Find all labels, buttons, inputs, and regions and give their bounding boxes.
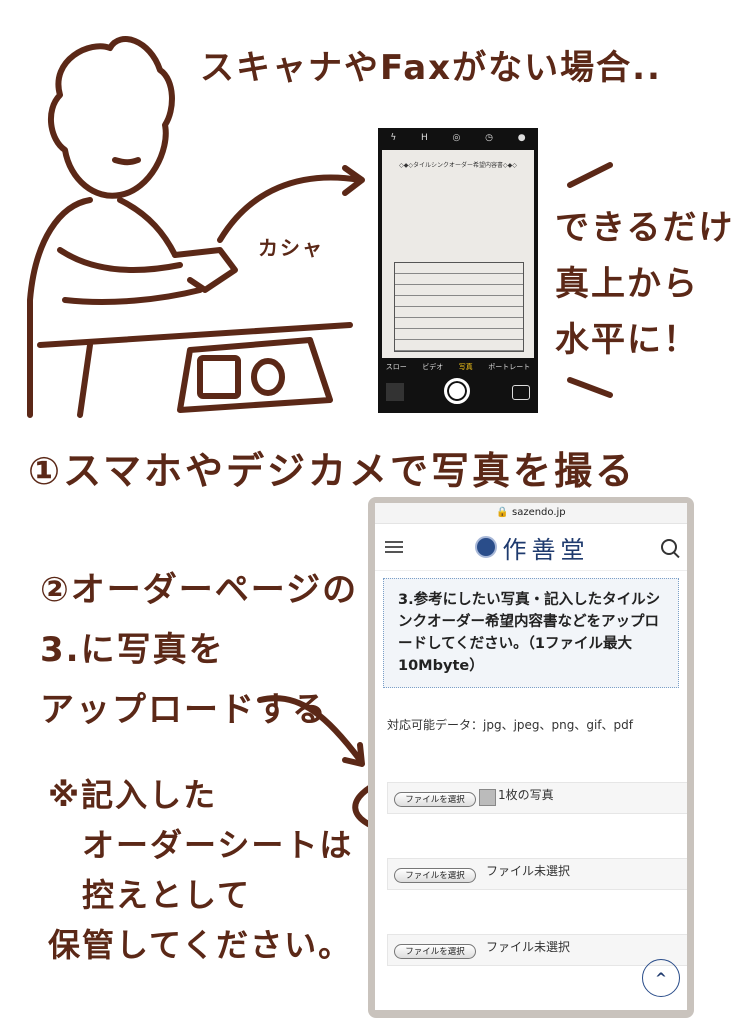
photo-thumbnail (386, 383, 404, 401)
file-status: 1枚の写真 (498, 788, 554, 802)
note: ※記入した オーダーシートは 控えとして 保管してください。 (48, 776, 354, 964)
tray-drawing (177, 337, 333, 413)
choose-file-button[interactable]: ファイルを選択 (394, 792, 476, 807)
file-input-row: ファイルを選択 ファイル未選択 (387, 934, 687, 966)
chevron-up-icon: ^ (655, 971, 667, 987)
menu-icon[interactable] (385, 541, 403, 553)
camera-screenshot: ϟ H ◎ ◷ ● ◇◆◇タイルシンクオーダー希望内容書◇◆◇ スロー ビデオ … (378, 128, 538, 413)
file-input-row: ファイルを選択 ファイル未選択 (387, 858, 687, 890)
flash-icon: ϟ (390, 133, 397, 143)
camera-toolbar: ϟ H ◎ ◷ ● (378, 128, 538, 148)
order-sheet-photo: ◇◆◇タイルシンクオーダー希望内容書◇◆◇ (382, 150, 534, 358)
sheet-title: ◇◆◇タイルシンクオーダー希望内容書◇◆◇ (399, 162, 517, 169)
live-icon: ◎ (452, 133, 461, 143)
mode: ポートレート (488, 363, 531, 371)
phone-screenshot: 🔒 sazendo.jp 作善堂 3.参考にしたい写真・記入したタイルシンクオー… (368, 497, 694, 1018)
site-logo: 作善堂 (474, 530, 590, 565)
heading: スキャナやFaxがない場合.. (200, 48, 662, 88)
file-thumbnail (479, 789, 496, 806)
file-status: ファイル未選択 (486, 940, 571, 954)
choose-file-button[interactable]: ファイルを選択 (394, 944, 476, 959)
flip-camera-icon (512, 385, 530, 400)
shutter-button (444, 378, 470, 404)
search-icon[interactable] (661, 539, 677, 555)
file-input-row: ファイルを選択 1枚の写真 (387, 782, 687, 814)
filter-icon: ● (517, 133, 526, 143)
supported-formats: 対応可能データ：jpg、jpeg、png、gif、pdf (387, 718, 633, 732)
sound-effect: カシャ (258, 236, 324, 260)
camera-modes: スロー ビデオ 写真 ポートレート (378, 362, 538, 372)
address-bar: 🔒 sazendo.jp (375, 503, 687, 524)
mode: ビデオ (422, 363, 444, 371)
brand-name: 作善堂 (502, 535, 590, 564)
timer-icon: ◷ (485, 133, 493, 143)
upload-section-title: 3.参考にしたい写真・記入したタイルシンクオーダー希望内容書などをアップロードし… (383, 578, 679, 688)
arrow-to-camera (217, 165, 365, 243)
step-1: ①スマホやデジカメで写真を撮る (28, 449, 637, 493)
seal-icon (474, 536, 497, 558)
choose-file-button[interactable]: ファイルを選択 (394, 868, 476, 883)
shooting-tip: できるだけ 真上から 水平に！ (555, 208, 731, 360)
site-header: 作善堂 (375, 524, 687, 571)
scroll-to-top-button[interactable]: ^ (642, 959, 680, 997)
file-status: ファイル未選択 (486, 864, 571, 878)
sheet-table (394, 262, 524, 352)
step-2: ②オーダーページの 3.に写真を アップロードする (40, 570, 359, 730)
mode-active: 写真 (458, 363, 473, 371)
url: sazendo.jp (511, 507, 566, 518)
mode: スロー (385, 363, 407, 371)
hdr-icon: H (421, 133, 428, 143)
